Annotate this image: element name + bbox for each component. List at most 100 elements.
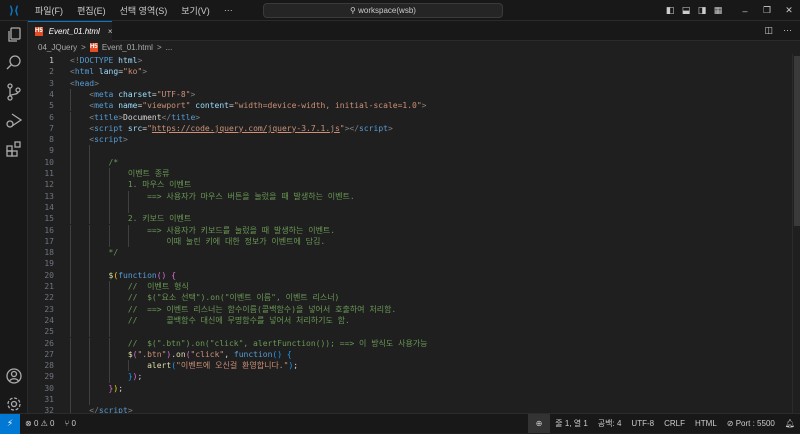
code-line[interactable]: 25 [28, 326, 792, 338]
warning-icon: ⚠ [40, 419, 48, 428]
code-line[interactable]: 24 // 콜백함수 대신에 무명함수를 넣어서 처리하기도 함. [28, 314, 792, 327]
code-text: 2. 키보드 이벤트 [128, 213, 191, 224]
toggle-primary-sidebar-icon[interactable]: ◧ [662, 5, 678, 16]
code-line[interactable]: 22 // $("요소 선택").on("이벤트 이름", 이벤트 리스너) [28, 292, 792, 304]
breadcrumb-folder[interactable]: 04_JQuery [38, 43, 77, 52]
code-line[interactable]: 11 이벤트 종류 [28, 168, 792, 180]
tab-close-button[interactable]: × [108, 27, 113, 36]
toggle-secondary-sidebar-icon[interactable]: ◨ [694, 5, 710, 16]
code-token: head [74, 78, 95, 88]
menu-more[interactable]: ··· [217, 5, 240, 15]
indent-guide [70, 235, 71, 248]
code-editor[interactable]: 1 <!DOCTYPE html> 2 <html lang="ko"> 3 <head>… [28, 54, 792, 417]
error-icon: ⊗ [25, 419, 32, 428]
restore-button[interactable]: ❐ [756, 5, 778, 16]
code-line[interactable]: 14 [28, 201, 792, 214]
problems-indicator[interactable]: ⊗ 0 ⚠ 0 [20, 419, 59, 428]
indent-guide [70, 111, 71, 123]
code-line[interactable]: 19 [28, 258, 792, 270]
extensions-icon[interactable] [5, 140, 23, 158]
editor-scrollbar[interactable] [792, 54, 800, 413]
code-line[interactable]: 16 ==> 사용자가 키보드를 눌렀을 때 발생하는 이벤트. [28, 224, 792, 236]
menu-view[interactable]: 보기(V) [174, 4, 217, 17]
breadcrumb-file[interactable]: Event_01.html [102, 43, 153, 52]
cursor-position[interactable]: 줄 1, 열 1 [550, 418, 593, 429]
code-token: */ [108, 248, 119, 258]
indent-guide [70, 382, 71, 394]
minimize-button[interactable]: – [734, 6, 756, 16]
code-line[interactable]: 5 <meta name="viewport" content="width=de… [28, 100, 792, 112]
code-line[interactable]: 20 $(function() { [28, 269, 792, 281]
code-line[interactable]: 17 이때 눌린 키에 대한 정보가 이벤트에 담김. [28, 235, 792, 248]
scrollbar-thumb[interactable] [794, 56, 800, 226]
command-center-search[interactable]: ⚲ workspace(wsb) [263, 3, 503, 18]
close-window-button[interactable]: ✕ [778, 5, 800, 16]
explorer-icon[interactable] [5, 26, 23, 44]
indent-guide [70, 326, 71, 338]
code-line[interactable]: 21 // 이벤트 형식 [28, 281, 792, 293]
code-line[interactable]: 15 2. 키보드 이벤트 [28, 213, 792, 225]
code-token: 이벤트 종류 [127, 169, 170, 178]
code-line[interactable]: 9 [28, 145, 792, 157]
menu-selection[interactable]: 선택 영역(S) [113, 4, 175, 17]
code-line[interactable]: 18 */ [28, 247, 792, 259]
indent-guide [70, 201, 71, 214]
code-line[interactable]: 12 1. 마우스 이벤트 [28, 179, 792, 191]
indent-guide [89, 269, 91, 281]
code-line[interactable]: 3 <head> [28, 78, 792, 89]
breadcrumb: 04_JQuery > H5 Event_01.html > ... [28, 41, 800, 54]
code-line[interactable]: 8 <script> [28, 134, 792, 146]
code-line[interactable]: 31 [28, 394, 792, 406]
line-number: 8 [49, 135, 54, 145]
code-token: script [94, 123, 128, 133]
code-line[interactable]: 26 // $(".btn").on("click", alertFunction… [28, 337, 792, 349]
code-text: /* [109, 157, 119, 168]
code-line[interactable]: 28 alert("이벤트에 오신걸 환영합니다."); [28, 360, 792, 372]
code-token: "viewport" [142, 101, 196, 111]
settings-gear-icon[interactable] [5, 395, 23, 413]
code-line[interactable]: 30}); [28, 382, 792, 394]
code-token: html [118, 56, 138, 65]
code-line[interactable]: 23 // ==> 이벤트 리스너는 함수이름(콜백함수)을 넣어서 호출하여 처… [28, 303, 792, 315]
live-server-port[interactable]: ⊘ Port : 5500 [722, 419, 780, 428]
customize-layout-icon[interactable]: ▦ [710, 5, 726, 16]
menu-edit[interactable]: 편집(E) [70, 4, 113, 17]
remote-indicator-button[interactable]: ⚡ [0, 413, 20, 434]
code-token: "이벤트에 오신걸 환영합니다." [176, 361, 289, 371]
code-line[interactable]: 7 <script src="https://code.jquery.com/jq… [28, 122, 792, 135]
language-mode[interactable]: HTML [690, 419, 722, 428]
code-line[interactable]: 2 <html lang="ko"> [28, 66, 792, 77]
indent-guide [108, 337, 110, 349]
title-bar: ⟩⟨ 파일(F) 편집(E) 선택 영역(S) 보기(V) ··· ← → ⚲ … [0, 0, 800, 21]
code-line[interactable]: 10 /* [28, 156, 792, 168]
code-token: title [94, 112, 119, 122]
ports-indicator[interactable]: ⑂ 0 [59, 419, 81, 428]
menu-file[interactable]: 파일(F) [28, 4, 70, 17]
search-icon[interactable] [5, 54, 23, 72]
notifications-bell-icon[interactable]: 🔔︎ [780, 419, 800, 428]
code-line[interactable]: 29}); [28, 371, 792, 383]
code-text: }); [109, 383, 123, 394]
code-token: > [123, 135, 128, 145]
indentation[interactable]: 공백: 4 [593, 418, 627, 429]
source-control-icon[interactable] [5, 83, 23, 101]
code-token: ".btn" [137, 349, 167, 359]
tab-event-01-html[interactable]: H5 Event_01.html × [28, 21, 112, 41]
breadcrumb-symbols[interactable]: ... [166, 43, 173, 52]
accounts-icon[interactable] [5, 367, 23, 385]
line-ending[interactable]: CRLF [659, 419, 690, 428]
zoom-icon[interactable]: ⊕ [527, 414, 551, 433]
code-line[interactable]: 27 $(".btn").on("click", function() { [28, 348, 792, 361]
encoding[interactable]: UTF-8 [626, 419, 659, 428]
toggle-panel-icon[interactable]: ⬓ [678, 5, 694, 16]
code-line[interactable]: 4 <meta charset="UTF-8"> [28, 88, 792, 101]
more-actions-button[interactable]: ··· [783, 25, 792, 36]
run-debug-icon[interactable] [5, 111, 23, 129]
split-editor-icon[interactable]: ◫ [764, 25, 773, 36]
indent-guide [89, 394, 91, 406]
indent-guide [127, 201, 129, 214]
line-number: 21 [44, 282, 54, 291]
code-line[interactable]: 1 <!DOCTYPE html> [28, 55, 792, 66]
code-line[interactable]: 13 ==> 사용자가 마우스 버튼을 눌렀을 때 발생하는 이벤트. [28, 190, 792, 202]
code-line[interactable]: 6 <title>Document</title> [28, 111, 792, 123]
